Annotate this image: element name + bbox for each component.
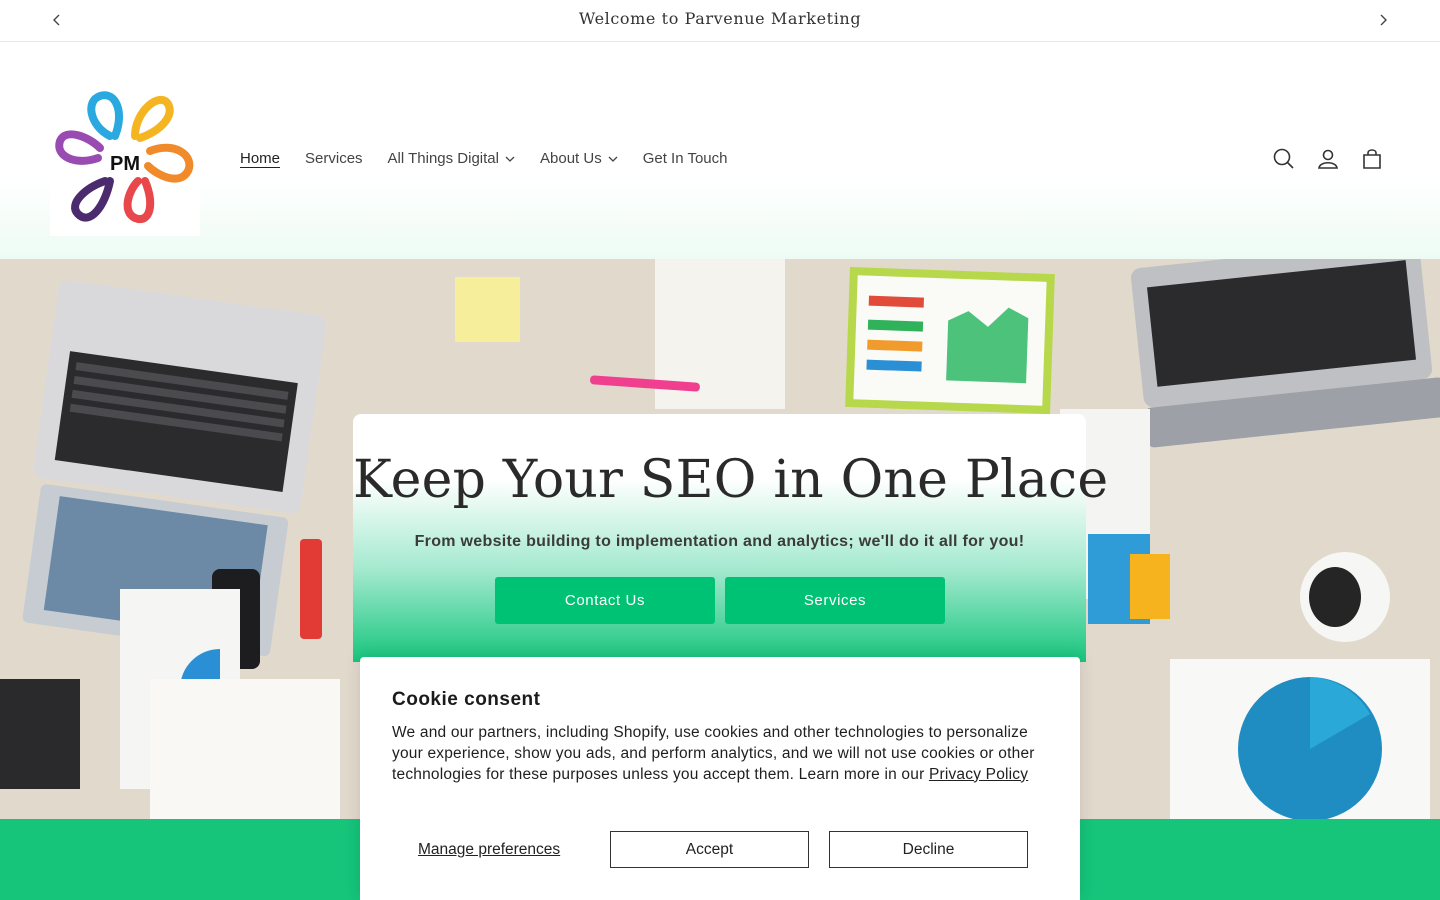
nav-label: Services [305,150,363,167]
services-button[interactable]: Services [725,577,945,624]
svg-text:PM: PM [110,153,140,175]
account-icon[interactable] [1315,146,1341,172]
manage-preferences-link[interactable]: Manage preferences [418,841,560,859]
hero-subtitle: From website building to implementation … [414,533,1025,550]
accept-button[interactable]: Accept [610,831,809,868]
nav-home[interactable]: Home [240,150,280,167]
hero-card: Keep Your SEO in One Place From website … [353,414,1109,662]
decline-button[interactable]: Decline [829,831,1028,868]
announcement-bar: Welcome to Parvenue Marketing [0,0,1440,42]
cookie-title: Cookie consent [392,689,541,710]
contact-us-button[interactable]: Contact Us [495,577,715,624]
logo-mark: PM [55,91,194,223]
privacy-policy-link[interactable]: Privacy Policy [929,766,1028,783]
nav-label: All Things Digital [387,150,499,167]
nav-services[interactable]: Services [305,150,363,167]
site-logo[interactable]: PM [50,86,200,236]
announcement-text: Welcome to Parvenue Marketing [578,9,862,28]
cookie-body: We and our partners, including Shopify, … [392,723,1052,785]
chevron-down-icon [608,155,618,163]
nav-label: Home [240,150,281,167]
hero-title: Keep Your SEO in One Place [353,450,1109,510]
main-nav: Home Services All Things Digital About U… [240,150,752,167]
cookie-consent-banner: Cookie consent We and our partners, incl… [360,657,1080,900]
search-icon[interactable] [1271,146,1297,172]
nav-about-us[interactable]: About Us [540,150,618,167]
cart-icon[interactable] [1359,146,1385,172]
nav-get-in-touch[interactable]: Get In Touch [643,150,728,167]
chevron-right-icon[interactable] [1371,9,1395,31]
nav-all-things-digital[interactable]: All Things Digital [388,150,515,167]
site-header: PM Home Services All Things Digital Abou… [0,42,1440,259]
nav-label: About Us [540,150,602,167]
chevron-down-icon [505,155,515,163]
nav-label: Get In Touch [642,150,728,167]
